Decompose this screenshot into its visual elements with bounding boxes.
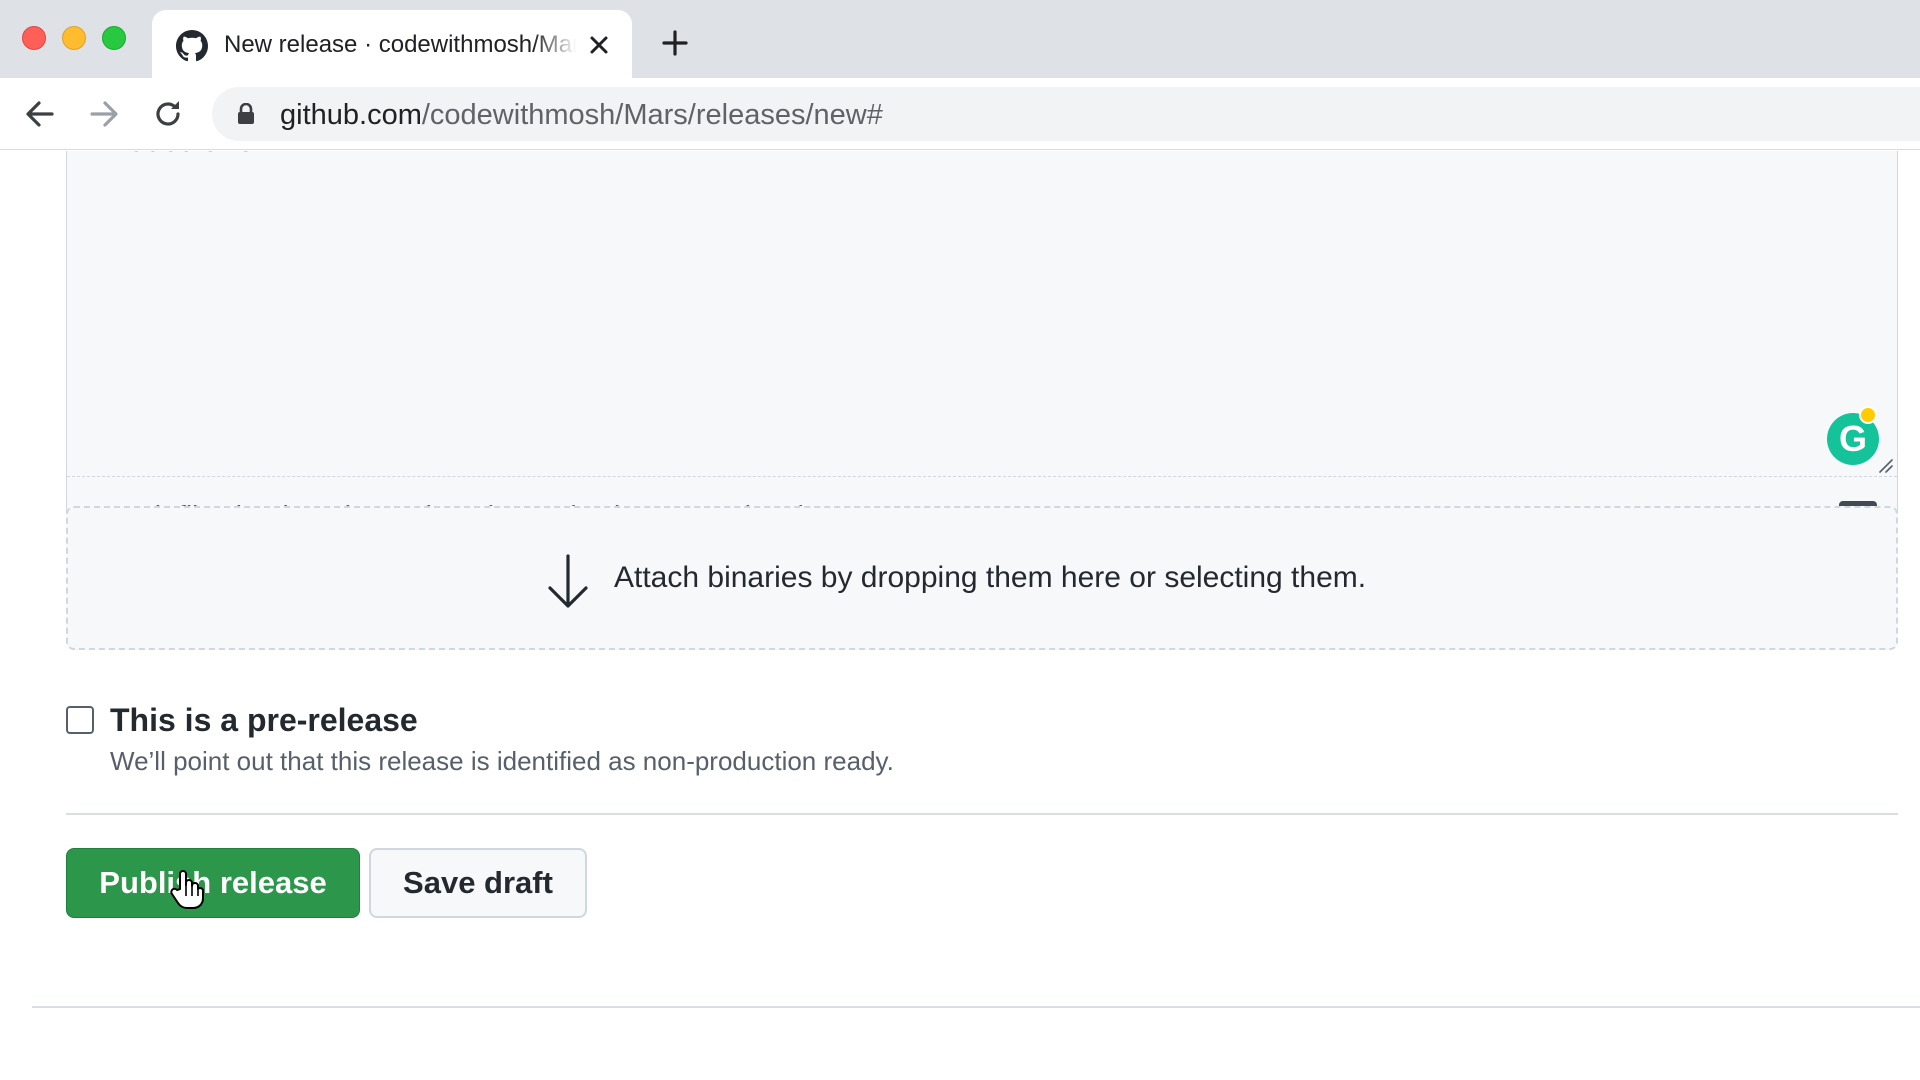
url-path: /codewithmosh/Mars/releases/new# xyxy=(421,99,883,131)
publish-release-button[interactable]: Publish release xyxy=(66,848,360,918)
arrow-left-icon[interactable] xyxy=(22,96,58,132)
browser-tab[interactable]: New release · codewithmosh/Mars xyxy=(152,10,632,78)
address-bar[interactable]: github.com/codewithmosh/Mars/releases/ne… xyxy=(212,87,1920,141)
page-content: Added a form ... G Attach files by dragg… xyxy=(0,151,1920,1080)
grammarly-status-dot xyxy=(1859,406,1877,424)
window-zoom-button[interactable] xyxy=(102,26,126,50)
url-host: github.com xyxy=(280,99,422,131)
github-icon xyxy=(176,30,208,62)
tab-title: New release · codewithmosh/Mars xyxy=(224,31,576,58)
hand-pointer-icon xyxy=(170,870,204,909)
tab-strip: New release · codewithmosh/Mars xyxy=(0,0,1920,78)
release-notes-textarea[interactable]: Added a form ... G xyxy=(67,151,1897,476)
browser-toolbar: github.com/codewithmosh/Mars/releases/ne… xyxy=(0,78,1920,150)
divider xyxy=(66,813,1898,815)
prerelease-description: We’ll point out that this release is ide… xyxy=(110,746,894,776)
plus-icon[interactable] xyxy=(660,28,690,58)
arrow-right-icon[interactable] xyxy=(86,96,122,132)
prerelease-label[interactable]: This is a pre-release xyxy=(110,701,418,739)
close-icon[interactable] xyxy=(586,32,612,58)
url-text[interactable]: github.com/codewithmosh/Mars/releases/ne… xyxy=(280,99,883,131)
prerelease-checkbox[interactable] xyxy=(66,706,94,734)
resize-handle-icon[interactable] xyxy=(1877,457,1893,473)
lock-icon[interactable] xyxy=(236,103,256,125)
binaries-dropzone[interactable]: Attach binaries by dropping them here or… xyxy=(66,506,1898,650)
reload-icon[interactable] xyxy=(150,96,186,132)
footer-divider xyxy=(32,1006,1920,1008)
arrow-down-icon xyxy=(548,554,588,608)
binaries-hint: Attach binaries by dropping them here or… xyxy=(614,561,1367,594)
grammarly-letter: G xyxy=(1838,418,1867,459)
window-minimize-button[interactable] xyxy=(62,26,86,50)
release-notes-text: Added a form ... xyxy=(109,151,322,162)
window-close-button[interactable] xyxy=(22,26,46,50)
save-draft-button[interactable]: Save draft xyxy=(369,848,587,918)
